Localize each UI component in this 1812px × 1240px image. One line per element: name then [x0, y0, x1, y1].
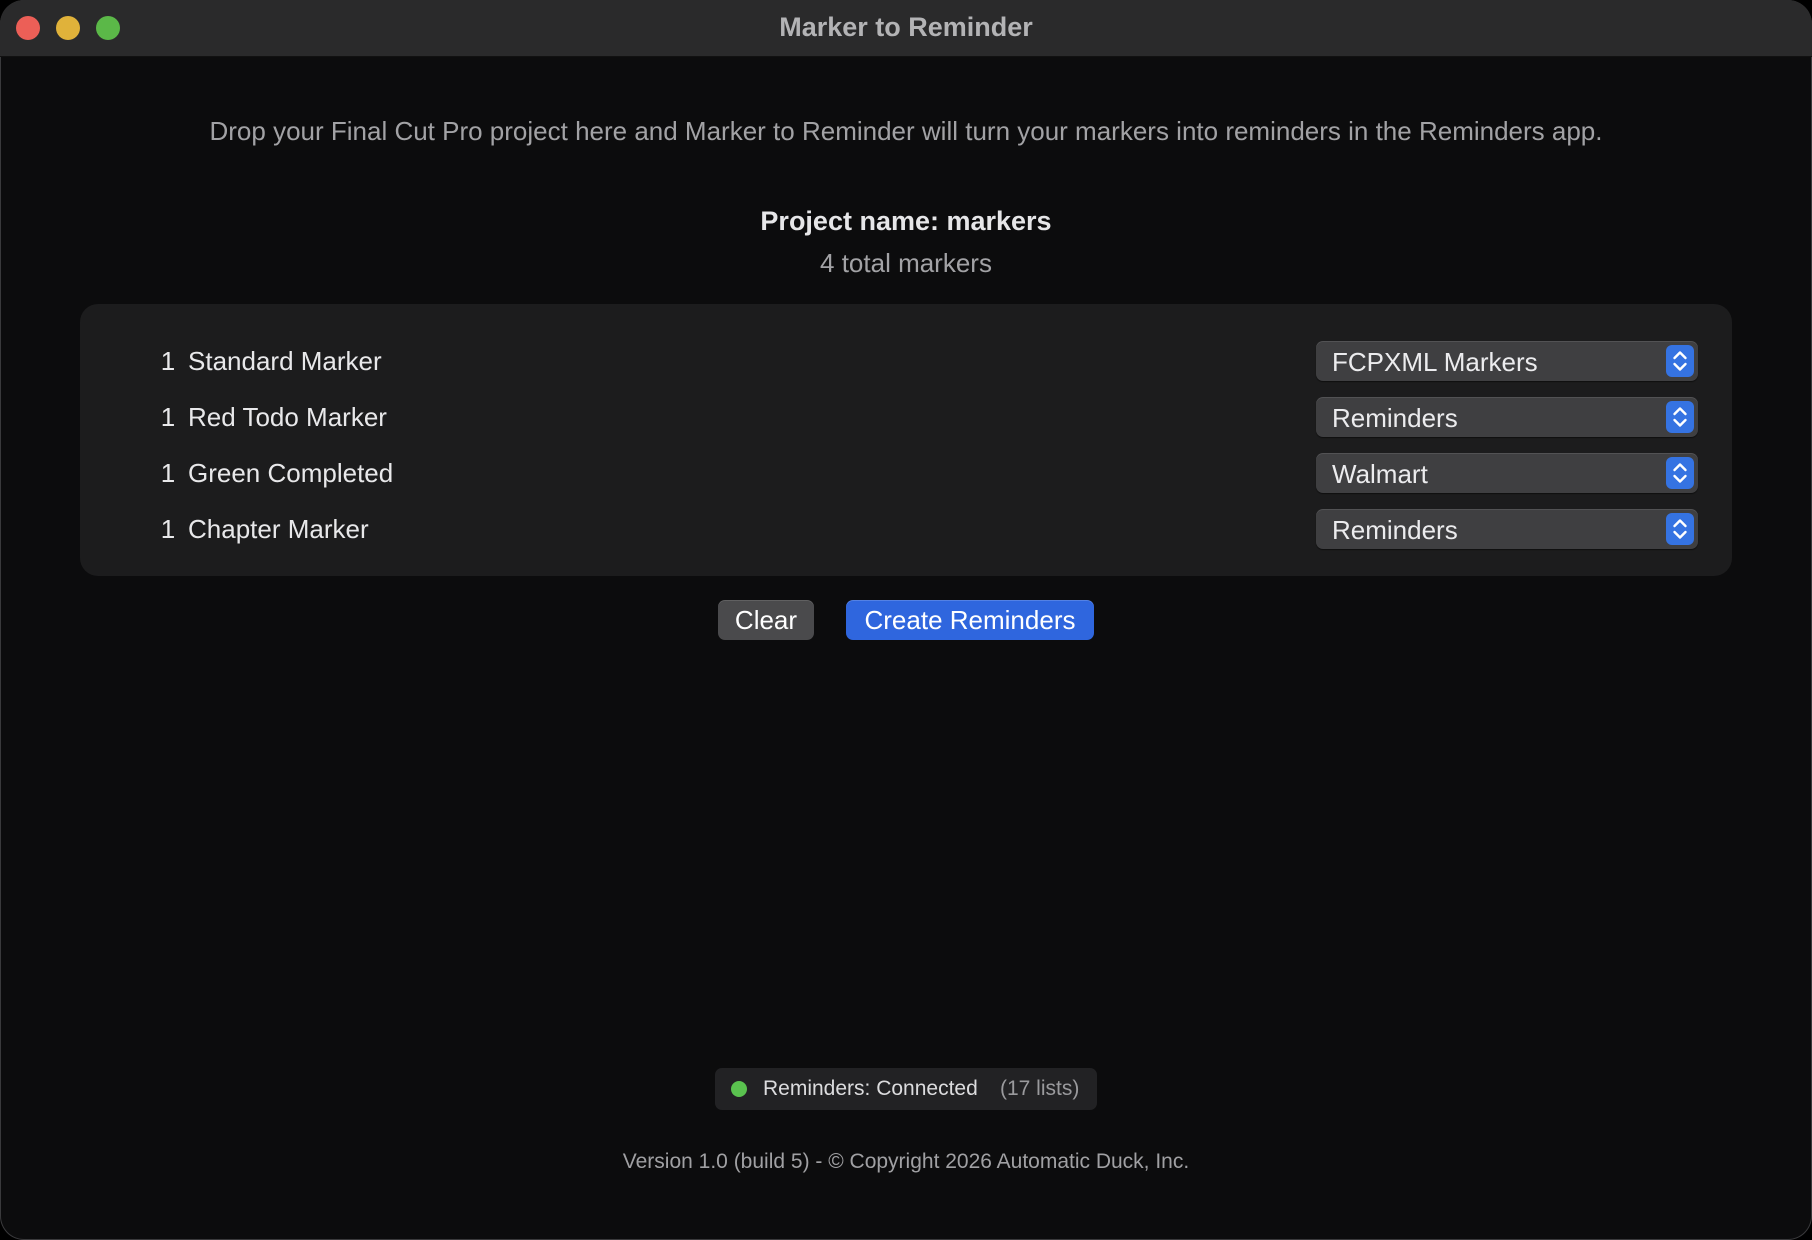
- reminders-status: Reminders: Connected (17 lists): [715, 1068, 1097, 1110]
- chevron-up-down-icon[interactable]: [1666, 513, 1694, 545]
- marker-row-chapter: 1 Chapter Marker Reminders: [80, 504, 1732, 560]
- marker-row-green-completed: 1 Green Completed Walmart: [80, 448, 1732, 504]
- version-footer: Version 1.0 (build 5) - © Copyright 2026…: [622, 1150, 1190, 1173]
- project-name: Project name: markers: [760, 206, 1052, 236]
- marker-name: Red Todo Marker: [188, 402, 387, 432]
- chevron-up-down-icon[interactable]: [1666, 345, 1694, 377]
- marker-row-red-todo: 1 Red Todo Marker Reminders: [80, 392, 1732, 448]
- status-list-count: (17 lists): [1000, 1077, 1080, 1100]
- marker-name: Green Completed: [188, 458, 394, 488]
- marker-count: 1: [160, 402, 176, 432]
- reminder-list-popup[interactable]: FCPXML Markers: [1316, 341, 1698, 381]
- popup-selected-value: FCPXML Markers: [1332, 347, 1538, 377]
- marker-name: Standard Marker: [188, 346, 382, 376]
- marker-count: 1: [160, 514, 176, 544]
- popup-selected-value: Walmart: [1332, 459, 1428, 489]
- app-window: Marker to Reminder Drop your Final Cut P…: [0, 0, 1812, 1240]
- popup-selected-value: Reminders: [1332, 403, 1458, 433]
- marker-row-standard: 1 Standard Marker FCPXML Markers: [80, 336, 1732, 392]
- marker-name: Chapter Marker: [188, 514, 369, 544]
- reminder-list-popup[interactable]: Reminders: [1316, 397, 1698, 437]
- reminder-list-popup[interactable]: Reminders: [1316, 509, 1698, 549]
- marker-count: 1: [160, 346, 176, 376]
- chevron-up-down-icon[interactable]: [1666, 401, 1694, 433]
- marker-count: 1: [160, 458, 176, 488]
- reminder-list-popup[interactable]: Walmart: [1316, 453, 1698, 493]
- title-bar[interactable]: Marker to Reminder: [0, 0, 1812, 57]
- green-dot-icon: [731, 1081, 747, 1097]
- clear-button[interactable]: Clear: [718, 600, 814, 640]
- drop-instructions: Drop your Final Cut Pro project here and…: [209, 116, 1603, 146]
- marker-list-panel: 1 Standard Marker FCPXML Markers 1 Red T…: [80, 304, 1732, 576]
- total-markers-count: 4 total markers: [820, 248, 992, 278]
- popup-selected-value: Reminders: [1332, 515, 1458, 545]
- window-title: Marker to Reminder: [779, 12, 1033, 42]
- status-text: Reminders: Connected: [763, 1077, 978, 1100]
- chevron-up-down-icon[interactable]: [1666, 457, 1694, 489]
- create-reminders-button[interactable]: Create Reminders: [846, 600, 1094, 640]
